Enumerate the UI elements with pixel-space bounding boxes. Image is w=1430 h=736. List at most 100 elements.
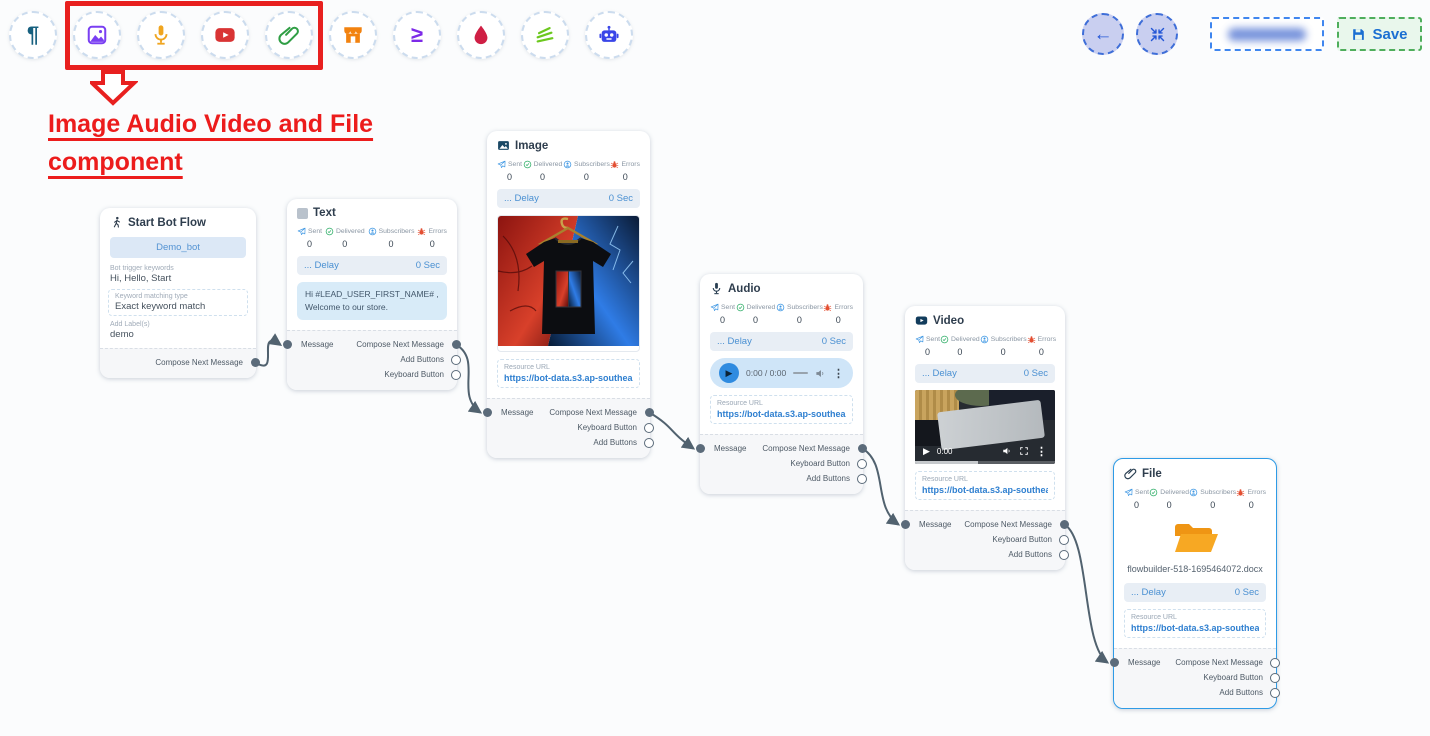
toolbar-ecommerce-component[interactable]: [329, 11, 377, 59]
message-input-handle[interactable]: [483, 408, 492, 417]
compose-output-handle[interactable]: [452, 340, 461, 349]
keyboard-button-handle[interactable]: [451, 370, 461, 380]
add-buttons-handle[interactable]: [1059, 550, 1069, 560]
add-buttons-handle[interactable]: [451, 355, 461, 365]
toolbar-bot-component[interactable]: [585, 11, 633, 59]
node-text[interactable]: Text Sent0 Delivered0 Subscribers0 Error…: [287, 199, 457, 390]
image-node-icon: [497, 139, 510, 152]
keyboard-button-handle[interactable]: [1270, 673, 1280, 683]
port-label: Add Buttons: [593, 438, 637, 447]
compose-output-handle[interactable]: [858, 444, 867, 453]
image-preview[interactable]: [497, 215, 640, 352]
fullscreen-icon[interactable]: [1019, 446, 1029, 456]
video-node-icon: [915, 314, 928, 327]
subscribers-icon: [980, 335, 989, 344]
stack-icon: [534, 24, 556, 46]
fit-view-button[interactable]: [1136, 13, 1178, 55]
back-button[interactable]: ←: [1082, 13, 1124, 55]
port-label: Add Buttons: [1008, 550, 1052, 559]
field-value[interactable]: Hi, Hello, Start: [110, 273, 246, 284]
kebab-menu-icon[interactable]: ⋮: [833, 367, 844, 380]
port-label: Add Buttons: [400, 355, 444, 364]
audio-player[interactable]: ▶ 0:00 / 0:00 ⋮: [710, 358, 853, 388]
delivered-icon: [523, 160, 532, 169]
stats-row: Sent0 Delivered0 Subscribers0 Errors0: [1124, 488, 1266, 510]
message-input-handle[interactable]: [901, 520, 910, 529]
keyboard-button-handle[interactable]: [857, 459, 867, 469]
play-icon[interactable]: ▶: [719, 363, 739, 383]
delivered-icon: [940, 335, 949, 344]
audio-time: 0:00 / 0:00: [746, 368, 786, 378]
volume-icon[interactable]: [815, 368, 826, 379]
keyword-matching-box[interactable]: Keyword matching type Exact keyword matc…: [108, 289, 248, 316]
message-input-handle[interactable]: [1110, 658, 1119, 667]
toolbar-text-component[interactable]: ¶: [9, 11, 57, 59]
resource-url-link[interactable]: https://bot-data.s3.ap-southeast-1.wasab…: [504, 373, 633, 383]
toolbar-condition-component[interactable]: ≥: [393, 11, 441, 59]
node-audio[interactable]: Audio Sent0 Delivered0 Subscribers0 Erro…: [700, 274, 863, 494]
message-input-handle[interactable]: [283, 340, 292, 349]
node-title-label: File: [1142, 468, 1162, 480]
resource-url-link[interactable]: https://bot-data.s3.ap-southeast-1.wasab…: [717, 409, 846, 419]
redacted-action-button[interactable]: [1210, 17, 1324, 51]
delay-bar[interactable]: ... Delay0 Sec: [297, 256, 447, 275]
add-buttons-handle[interactable]: [644, 438, 654, 448]
node-video[interactable]: Video Sent0 Delivered0 Subscribers0 Erro…: [905, 306, 1065, 570]
node-image[interactable]: Image Sent0 Delivered0 Subscribers0 Erro…: [487, 131, 650, 458]
port-label: Message: [301, 340, 333, 349]
bot-name-button[interactable]: Demo_bot: [110, 237, 246, 258]
toolbar-image-component[interactable]: [73, 11, 121, 59]
redacted-label: [1228, 28, 1306, 41]
resource-url-link[interactable]: https://bot-data.s3.ap-southeast-1.wasab…: [1131, 623, 1259, 633]
compose-output-handle[interactable]: [1060, 520, 1069, 529]
toolbar-file-component[interactable]: [265, 11, 313, 59]
resource-url-link[interactable]: https://bot-data.s3.ap-southeast-1.wasab…: [922, 485, 1048, 495]
youtube-icon: [214, 24, 236, 46]
delay-bar[interactable]: ... Delay0 Sec: [710, 332, 853, 351]
video-progress[interactable]: [915, 461, 1055, 465]
port-label: Keyboard Button: [384, 370, 444, 379]
file-preview[interactable]: [1124, 518, 1266, 558]
delay-bar[interactable]: ... Delay0 Sec: [1124, 583, 1266, 602]
field-value[interactable]: demo: [110, 329, 246, 340]
delivered-icon: [325, 227, 334, 236]
toolbar-audio-component[interactable]: [137, 11, 185, 59]
toolbar-video-component[interactable]: [201, 11, 249, 59]
add-buttons-handle[interactable]: [857, 474, 867, 484]
node-title-label: Text: [313, 207, 336, 219]
delay-bar[interactable]: ... Delay0 Sec: [497, 189, 640, 208]
compose-output-handle[interactable]: [251, 358, 260, 367]
keyboard-button-handle[interactable]: [1059, 535, 1069, 545]
stats-row: Sent0 Delivered0 Subscribers0 Errors0: [915, 335, 1055, 357]
node-start-bot-flow[interactable]: Start Bot Flow Demo_bot Bot trigger keyw…: [100, 208, 256, 378]
add-buttons-handle[interactable]: [1270, 688, 1280, 698]
keyboard-button-handle[interactable]: [644, 423, 654, 433]
save-button[interactable]: Save: [1337, 17, 1422, 51]
node-title-label: Start Bot Flow: [128, 217, 206, 229]
save-button-label: Save: [1372, 26, 1407, 43]
node-file[interactable]: File Sent0 Delivered0 Subscribers0 Error…: [1113, 458, 1277, 709]
video-player[interactable]: ▶ 0:00 ⋮: [915, 390, 1055, 464]
volume-icon[interactable]: [1002, 446, 1012, 456]
resource-url-box: Resource URL https://bot-data.s3.ap-sout…: [1124, 609, 1266, 638]
delay-bar[interactable]: ... Delay0 Sec: [915, 364, 1055, 383]
kebab-menu-icon[interactable]: ⋮: [1036, 445, 1047, 458]
port-label: Message: [919, 520, 951, 529]
file-node-icon: [1124, 467, 1137, 480]
stats-row: Sent0 Delivered0 Subscribers0 Errors0: [297, 227, 447, 249]
annotation-text: Image Audio Video and File component: [48, 106, 428, 181]
toolbar-drip-component[interactable]: [457, 11, 505, 59]
toolbar-sequence-component[interactable]: [521, 11, 569, 59]
play-icon[interactable]: ▶: [923, 446, 930, 457]
text-node-icon: [297, 208, 308, 219]
port-label: Message: [501, 408, 533, 417]
compose-output-handle[interactable]: [1270, 658, 1280, 668]
sent-icon: [297, 227, 306, 236]
message-input-handle[interactable]: [696, 444, 705, 453]
port-label: Keyboard Button: [577, 423, 637, 432]
message-preview[interactable]: Hi #LEAD_USER_FIRST_NAME# , Welcome to o…: [297, 282, 447, 320]
compose-output-handle[interactable]: [645, 408, 654, 417]
arrow-left-icon: ←: [1094, 25, 1113, 44]
audio-progress[interactable]: [793, 372, 808, 375]
port-label: Add Buttons: [1219, 688, 1263, 697]
